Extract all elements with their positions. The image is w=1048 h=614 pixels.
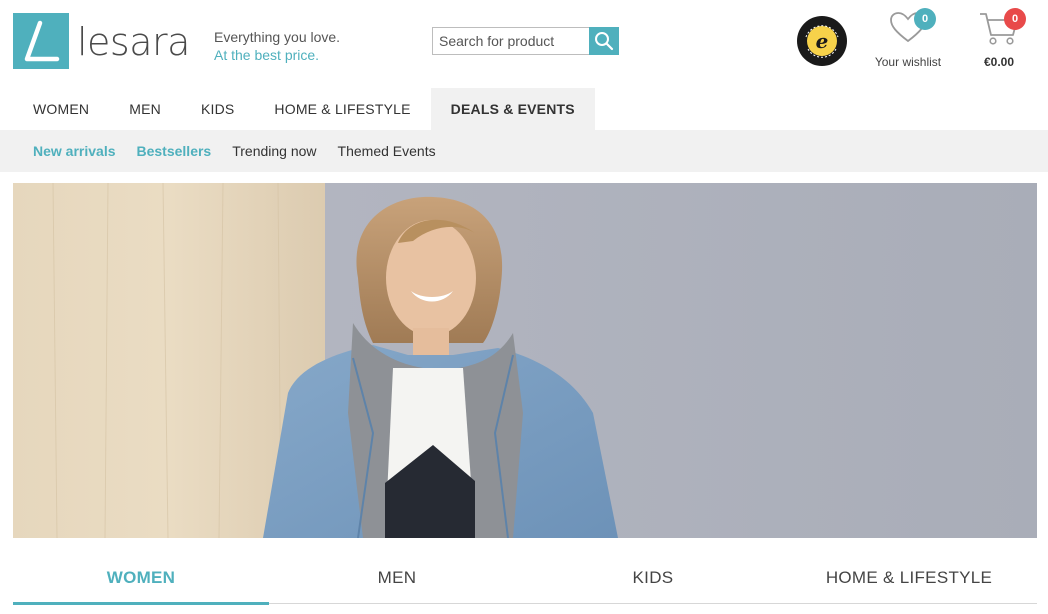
category-tabs: WOMEN MEN KIDS HOME & LIFESTYLE xyxy=(13,556,1037,605)
tab-women[interactable]: WOMEN xyxy=(13,556,269,605)
cart-button[interactable]: 0 €0.00 xyxy=(970,8,1028,69)
site-header: lesara Everything you love. At the best … xyxy=(0,0,1048,88)
tab-men[interactable]: MEN xyxy=(269,556,525,604)
subnav-bestsellers[interactable]: Bestsellers xyxy=(137,143,212,159)
svg-text:e: e xyxy=(816,29,829,53)
trusted-shops-badge[interactable]: e xyxy=(796,15,848,67)
search-button[interactable] xyxy=(589,27,619,55)
hero-image xyxy=(13,183,1037,538)
search-icon xyxy=(595,32,614,51)
cart-count-badge: 0 xyxy=(1004,8,1026,30)
subnav-new-arrivals[interactable]: New arrivals xyxy=(33,143,116,159)
subnav-themed-events[interactable]: Themed Events xyxy=(338,143,436,159)
nav-item-home-lifestyle[interactable]: HOME & LIFESTYLE xyxy=(254,88,430,130)
wishlist-button[interactable]: 0 Your wishlist xyxy=(868,8,948,69)
logo-wordmark: lesara xyxy=(77,20,190,64)
nav-item-men[interactable]: MEN xyxy=(109,88,181,130)
tagline-line-2: At the best price. xyxy=(214,47,320,63)
search-bar xyxy=(432,27,619,55)
hero-banner[interactable] xyxy=(13,183,1037,538)
main-nav: WOMEN MEN KIDS HOME & LIFESTYLE DEALS & … xyxy=(13,88,595,130)
subnav-trending-now[interactable]: Trending now xyxy=(232,143,316,159)
nav-item-deals-events[interactable]: DEALS & EVENTS xyxy=(430,88,595,130)
nav-item-kids[interactable]: KIDS xyxy=(181,88,254,130)
tagline: Everything you love. At the best price. xyxy=(214,28,340,64)
tab-kids[interactable]: KIDS xyxy=(525,556,781,604)
cart-total: €0.00 xyxy=(983,55,1015,69)
sub-nav: New arrivals Bestsellers Trending now Th… xyxy=(0,130,1048,172)
nav-item-women[interactable]: WOMEN xyxy=(13,88,109,130)
tab-home-lifestyle[interactable]: HOME & LIFESTYLE xyxy=(781,556,1037,604)
search-input[interactable] xyxy=(432,27,589,55)
wishlist-label: Your wishlist xyxy=(874,55,942,69)
lesara-logo[interactable]: lesara xyxy=(13,13,190,69)
tagline-line-1: Everything you love. xyxy=(214,29,341,45)
wishlist-count-badge: 0 xyxy=(914,8,936,30)
logo-mark-icon xyxy=(13,13,69,69)
